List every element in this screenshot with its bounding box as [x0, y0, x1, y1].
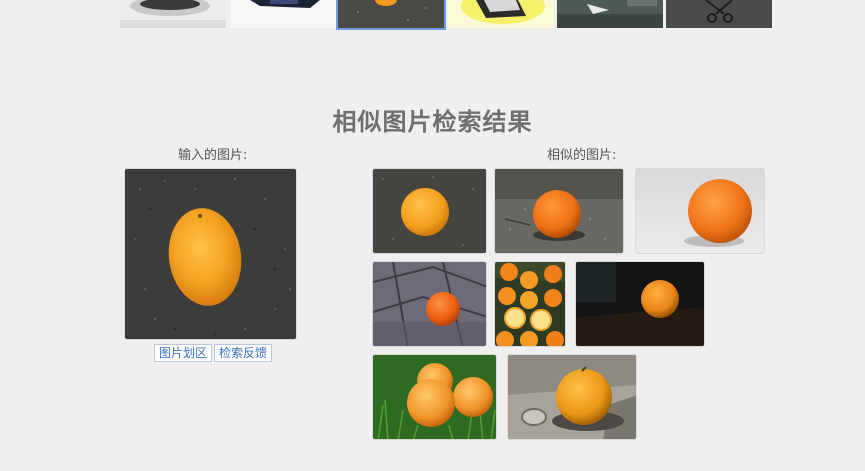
thumbnail-strip — [120, 0, 780, 30]
similar-image-3[interactable] — [635, 168, 765, 254]
thumbnail-water-scene[interactable] — [557, 0, 663, 28]
thumbnail-orange[interactable] — [336, 0, 446, 30]
search-feedback-button[interactable]: 检索反馈 — [214, 344, 273, 362]
input-image-label: 输入的图片: — [178, 148, 248, 163]
similar-image-4[interactable] — [372, 261, 487, 347]
thumbnail-bowl[interactable] — [120, 0, 226, 28]
crop-image-button[interactable]: 图片划区 — [154, 344, 213, 362]
similar-images-label: 相似的图片: — [547, 148, 617, 163]
similar-image-2[interactable] — [494, 168, 624, 254]
similar-image-5[interactable] — [494, 261, 566, 347]
input-image — [124, 168, 297, 340]
similar-image-1[interactable] — [372, 168, 487, 254]
thumbnail-scissors[interactable] — [666, 0, 772, 28]
thumbnail-dark-object[interactable] — [230, 0, 336, 28]
page-title: 相似图片检索结果 — [332, 108, 533, 136]
similar-image-6[interactable] — [575, 261, 705, 347]
similar-image-7[interactable] — [372, 354, 497, 440]
similar-image-8[interactable] — [507, 354, 637, 440]
thumbnail-yellow-box[interactable] — [448, 0, 554, 28]
